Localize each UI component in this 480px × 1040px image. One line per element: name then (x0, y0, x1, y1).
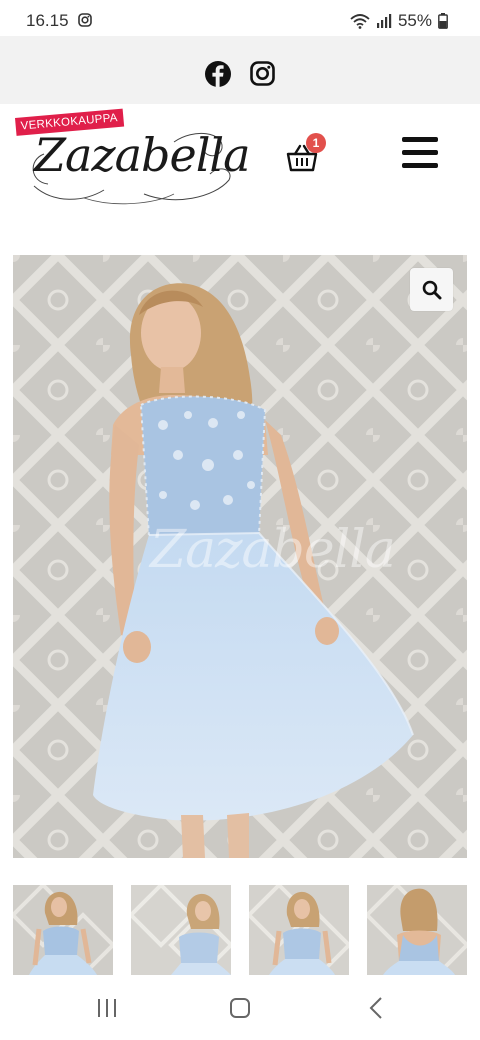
product-thumbnail[interactable] (13, 885, 113, 975)
battery-icon (438, 13, 448, 29)
product-thumbnail[interactable] (249, 885, 349, 975)
hamburger-menu-icon[interactable] (402, 137, 438, 169)
cart-count-badge: 1 (306, 133, 326, 153)
zoom-button[interactable] (410, 268, 453, 311)
battery-percent: 55% (397, 11, 432, 30)
recent-apps-icon[interactable] (96, 998, 118, 1018)
home-icon[interactable] (229, 997, 251, 1019)
thumbnail-photo (249, 885, 349, 975)
instagram-icon[interactable] (250, 61, 275, 86)
thumbnail-photo (13, 885, 113, 975)
social-bar (0, 36, 480, 104)
thumbnail-photo (367, 885, 467, 975)
status-time: 16.15 (26, 11, 69, 30)
product-thumbnail[interactable] (367, 885, 467, 975)
status-indicators: 55% (350, 11, 448, 31)
product-thumbnail[interactable] (131, 885, 231, 975)
image-watermark: Zazabella (150, 520, 396, 580)
wifi-icon (350, 14, 370, 29)
product-thumbnails (13, 885, 467, 975)
back-icon[interactable] (368, 996, 384, 1020)
logo-wordmark: Zazabella (34, 128, 251, 182)
thumbnail-photo (131, 885, 231, 975)
signal-icon (376, 14, 392, 28)
facebook-icon[interactable] (204, 60, 232, 88)
magnifier-icon (422, 280, 441, 299)
status-bar: 16.15 55% (0, 0, 480, 36)
instagram-notification-icon (78, 13, 92, 27)
